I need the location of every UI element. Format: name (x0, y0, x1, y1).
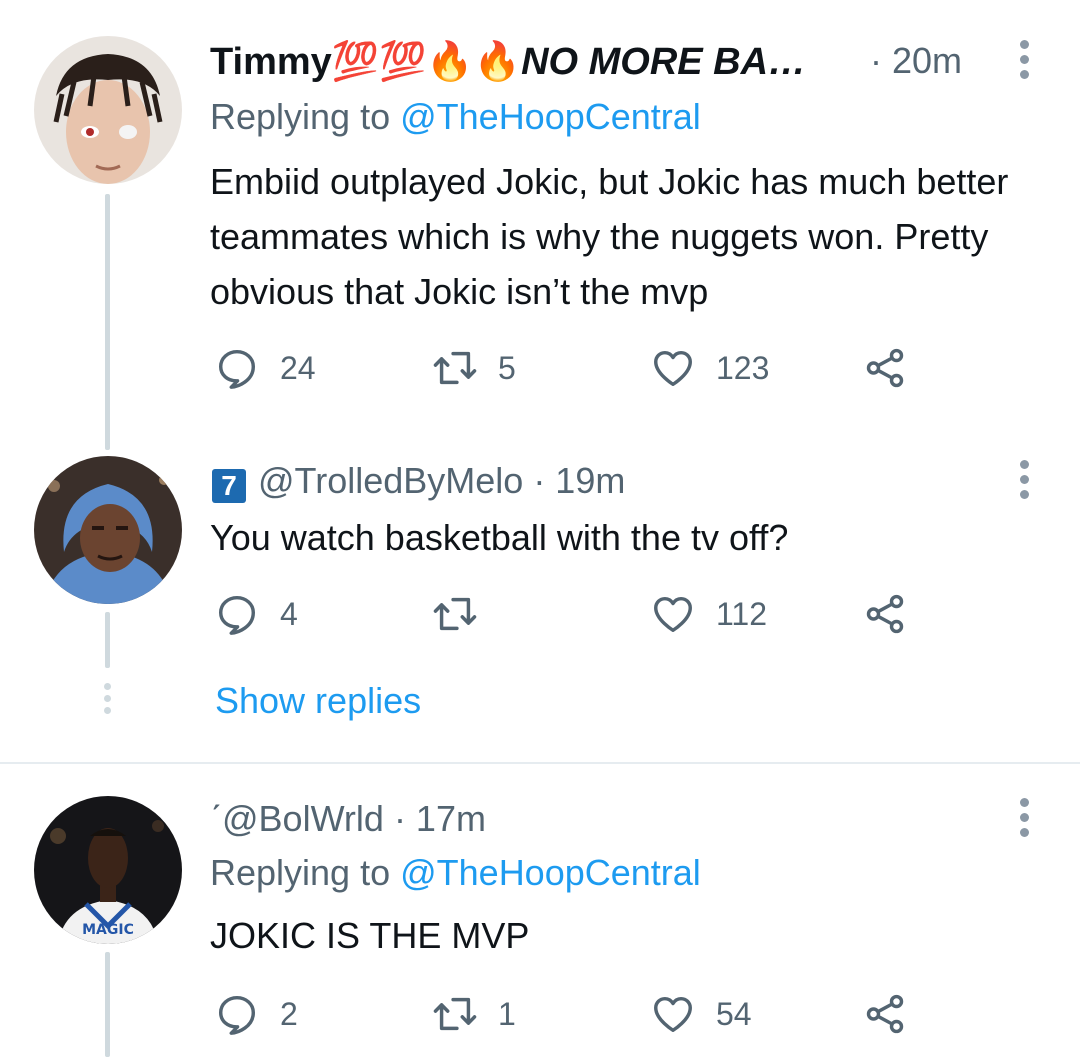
share-button[interactable] (862, 591, 908, 637)
display-name-suffix: NO MORE BA… (521, 41, 807, 83)
name-prefix-mark: ˊ (210, 798, 222, 839)
tweet-text: Embiid outplayed Jokic, but Jokic has mu… (210, 161, 1009, 312)
retweet-count: 1 (498, 995, 516, 1032)
more-icon[interactable] (1018, 460, 1030, 505)
reply-count: 24 (280, 349, 316, 386)
svg-text:MAGIC: MAGIC (82, 922, 134, 938)
retweet-button[interactable]: 1 (432, 991, 516, 1037)
like-count: 54 (716, 995, 752, 1032)
like-button[interactable]: 123 (650, 345, 769, 391)
replying-handle-link[interactable]: @TheHoopCentral (400, 96, 701, 137)
like-button[interactable]: 54 (650, 991, 752, 1037)
replying-prefix: Replying to (210, 852, 401, 893)
reply-icon (218, 995, 256, 1035)
collapsed-thread-dots (102, 683, 112, 714)
retweet-button[interactable] (432, 591, 498, 637)
more-icon[interactable] (1018, 40, 1030, 85)
share-icon (866, 994, 904, 1034)
reply-button[interactable]: 24 (214, 345, 316, 391)
reply-button[interactable]: 2 (214, 991, 298, 1037)
share-button[interactable] (862, 345, 908, 391)
reply-count: 2 (280, 995, 298, 1032)
like-button[interactable]: 112 (650, 591, 767, 637)
replying-to: Replying to @TheHoopCentral (210, 852, 701, 894)
replying-prefix: Replying to (210, 96, 401, 137)
retweet-icon (433, 597, 477, 631)
tweet-text: JOKIC IS THE MVP (210, 915, 530, 956)
like-icon (654, 350, 692, 387)
share-icon (866, 348, 904, 388)
like-icon (654, 596, 692, 633)
display-name-text: Timmy💯💯🔥🔥 (210, 41, 522, 83)
user-handle[interactable]: @BolWrld (222, 798, 384, 839)
thread-connector (105, 194, 110, 450)
replying-to: Replying to @TheHoopCentral (210, 96, 701, 138)
like-count: 112 (716, 595, 768, 632)
timestamp[interactable]: · 17m (394, 798, 486, 839)
share-button[interactable] (862, 991, 908, 1037)
reply-button[interactable]: 4 (214, 591, 298, 637)
reply-count: 4 (280, 595, 298, 632)
retweet-icon (433, 997, 477, 1031)
avatar-timmy[interactable] (34, 36, 182, 184)
user-handle[interactable]: @TrolledByMelo (258, 460, 523, 501)
retweet-icon (433, 351, 477, 385)
thread-connector (105, 612, 110, 668)
user-line[interactable]: ˊ@BolWrld · 17m (210, 798, 486, 840)
share-icon (866, 594, 904, 634)
user-line[interactable]: 7 @TrolledByMelo · 19m (212, 460, 625, 503)
like-count: 123 (716, 349, 770, 386)
keycap-badge: 7 (212, 469, 246, 503)
avatar-bolwrld[interactable]: MAGIC (34, 796, 182, 944)
show-replies-link[interactable]: Show replies (215, 680, 421, 722)
divider (0, 762, 1080, 764)
thread-connector (105, 952, 110, 1057)
reply-icon (218, 349, 256, 389)
avatar-trolledbymelo[interactable] (34, 456, 182, 604)
display-name[interactable]: Timmy💯💯🔥🔥NO MORE BA… (210, 40, 806, 84)
timestamp[interactable]: · 19m (533, 460, 625, 501)
retweet-button[interactable]: 5 (432, 345, 516, 391)
timestamp[interactable]: · 20m (870, 40, 962, 82)
retweet-count: 5 (498, 349, 516, 386)
more-icon[interactable] (1018, 798, 1030, 843)
like-icon (654, 996, 692, 1033)
tweet-text: You watch basketball with the tv off? (210, 517, 789, 558)
replying-handle-link[interactable]: @TheHoopCentral (400, 852, 701, 893)
reply-icon (218, 595, 256, 635)
